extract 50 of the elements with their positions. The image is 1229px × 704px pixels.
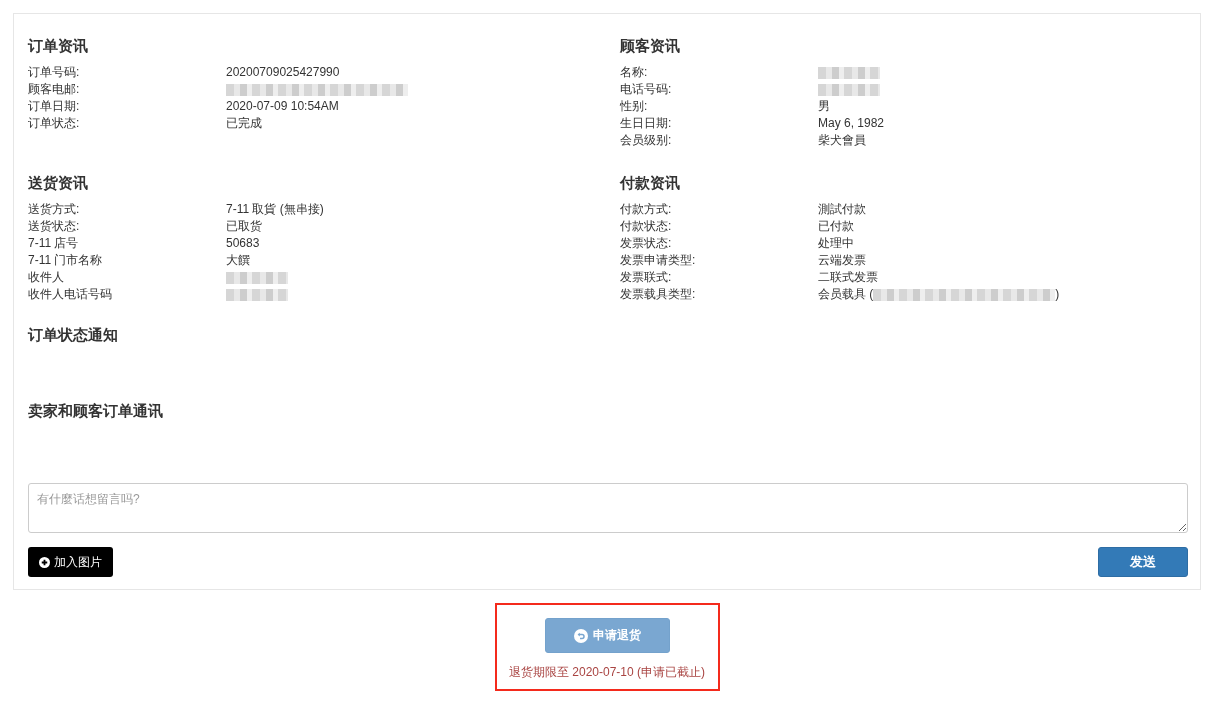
field-value: 大饌: [226, 252, 250, 269]
field-label: 7-11 店号: [28, 235, 80, 252]
field-label: 发票申请类型:: [620, 252, 697, 269]
field-label: 发票联式:: [620, 269, 673, 286]
field-value: 20200709025427990: [226, 64, 340, 81]
field-label: 电话号码:: [620, 81, 673, 98]
field-label: 性别:: [620, 98, 649, 115]
field-label: 订单状态:: [28, 115, 81, 132]
section-heading: 顾客资讯: [620, 36, 680, 56]
section-heading: 送货资讯: [28, 173, 88, 193]
field-value: 50683: [226, 235, 260, 252]
field-value: 已完成: [226, 115, 262, 132]
send-button[interactable]: 发送: [1098, 547, 1188, 577]
message-input[interactable]: 有什麼话想留言吗?: [28, 483, 1188, 533]
section-heading: 付款资讯: [620, 173, 680, 193]
field-value: 柴犬會員: [818, 132, 866, 149]
section-heading: 卖家和顾客订单通讯: [28, 401, 163, 421]
field-label: 收件人电话号码: [28, 286, 113, 303]
field-label: 发票载具类型:: [620, 286, 697, 303]
field-label: 生日日期:: [620, 115, 673, 132]
return-deadline-note: 退货期限至 2020-07-10 (申请已截止): [508, 664, 705, 681]
undo-icon: [573, 628, 588, 643]
field-value: 已取货: [226, 218, 262, 235]
section-heading: 订单资讯: [28, 36, 88, 56]
field-label: 订单号码:: [28, 64, 81, 81]
field-label: 收件人: [28, 269, 65, 286]
plus-circle-icon: [39, 556, 50, 568]
field-value: 处理中: [818, 235, 854, 252]
field-label: 会员级别:: [620, 132, 673, 149]
field-label: 送货状态:: [28, 218, 81, 235]
field-value: 7-11 取貨 (無串接): [226, 201, 324, 218]
field-label: 送货方式:: [28, 201, 81, 218]
field-value: 已付款: [818, 218, 854, 235]
field-value: 測試付款: [818, 201, 866, 218]
field-label: 顾客电邮:: [28, 81, 81, 98]
field-label: 名称:: [620, 64, 649, 81]
section-heading: 订单状态通知: [28, 325, 118, 345]
field-value: 二联式发票: [818, 269, 878, 286]
field-value: 2020-07-09 10:54AM: [226, 98, 339, 115]
field-label: 订单日期:: [28, 98, 81, 115]
field-value: 男: [818, 98, 830, 115]
field-label: 发票状态:: [620, 235, 673, 252]
field-label: 7-11 门市名称: [28, 252, 104, 269]
field-value: ): [1055, 286, 1060, 303]
field-label: 付款方式:: [620, 201, 673, 218]
field-value: May 6, 1982: [818, 115, 885, 132]
field-value: 会员载具 (: [818, 286, 874, 303]
field-label: 付款状态:: [620, 218, 673, 235]
field-value: 云端发票: [818, 252, 866, 269]
add-image-button[interactable]: 加入图片: [28, 547, 113, 577]
